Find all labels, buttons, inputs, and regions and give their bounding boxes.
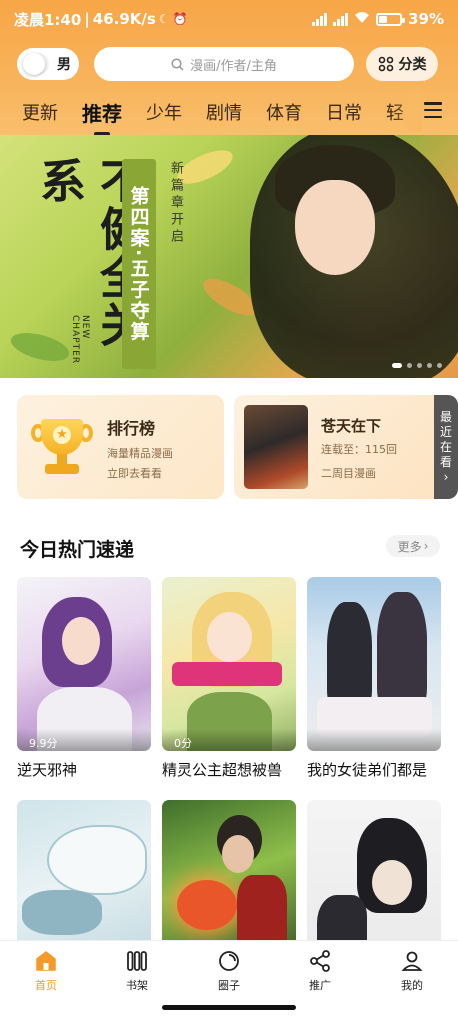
comic-cover: 9.9分 bbox=[17, 577, 151, 751]
recent-side-tab[interactable]: 最 近 在 看 › bbox=[434, 395, 458, 499]
comic-score: 9.9分 bbox=[17, 729, 151, 751]
tab-daily[interactable]: 日常 bbox=[326, 99, 362, 125]
status-bar: 凌晨1:40 | 46.9K/s ☾ ⏰ 39% bbox=[14, 10, 444, 29]
user-icon bbox=[401, 951, 423, 971]
carousel-indicator bbox=[392, 363, 442, 368]
tab-drama[interactable]: 剧情 bbox=[206, 99, 242, 125]
nav-promote[interactable]: 推广 bbox=[290, 949, 350, 993]
chevron-right-icon: › bbox=[423, 539, 429, 553]
banner-carousel[interactable]: 不健全关系 第四案·五子夺算 新篇章开启 NEW CHAPTER bbox=[0, 135, 458, 378]
network-speed: 46.9K/s bbox=[92, 10, 156, 28]
toggle-knob bbox=[23, 53, 45, 75]
comic-title: 我的女徒弟们都是 bbox=[307, 761, 428, 779]
nav-profile-label: 我的 bbox=[401, 979, 423, 992]
nav-circle-label: 圈子 bbox=[218, 979, 240, 992]
category-icon bbox=[378, 56, 393, 72]
home-icon bbox=[36, 951, 56, 971]
comic-card[interactable]: 我的女徒弟们都是 bbox=[307, 577, 441, 780]
comic-score bbox=[307, 729, 441, 751]
tab-sports[interactable]: 体育 bbox=[266, 99, 302, 125]
rank-card[interactable]: ★ 排行榜 海量精品漫画 立即去看看 bbox=[17, 395, 224, 499]
comic-cover bbox=[307, 577, 441, 751]
comic-cover: 0分 bbox=[162, 577, 296, 751]
category-button[interactable]: 分类 bbox=[366, 47, 438, 81]
nav-promote-label: 推广 bbox=[309, 979, 331, 992]
section-title: 今日热门速递 bbox=[20, 539, 135, 561]
comic-score: 0分 bbox=[162, 729, 296, 751]
chevron-right-icon: › bbox=[443, 469, 449, 484]
nav-bookshelf-label: 书架 bbox=[126, 979, 148, 992]
carousel-dot[interactable] bbox=[427, 363, 432, 368]
recent-reading-card[interactable]: 苍天在下 连载至：115回 二周目漫画 最 近 在 看 › bbox=[234, 395, 458, 499]
category-tabs: 更新 推荐 少年 剧情 体育 日常 轻 bbox=[0, 92, 458, 136]
comic-card[interactable]: 0分 精灵公主超想被兽 bbox=[162, 577, 296, 780]
recent-progress: 连载至：115回 bbox=[321, 443, 397, 456]
tab-update[interactable]: 更新 bbox=[22, 99, 58, 125]
carousel-dot[interactable] bbox=[407, 363, 412, 368]
nav-home[interactable]: 首页 bbox=[16, 949, 76, 993]
comic-title: 逆天邪神 bbox=[17, 761, 78, 779]
category-label: 分类 bbox=[398, 57, 427, 73]
tab-youth[interactable]: 少年 bbox=[146, 99, 182, 125]
recent-cover bbox=[244, 405, 308, 489]
signal-icon bbox=[312, 12, 328, 26]
more-button[interactable]: 更多 › bbox=[386, 535, 440, 557]
signal-icon-2 bbox=[333, 12, 349, 26]
banner-subtitle: 新篇章开启 bbox=[168, 161, 183, 246]
battery-icon bbox=[376, 12, 406, 26]
rank-subtitle: 海量精品漫画 bbox=[107, 447, 173, 460]
more-label: 更多 bbox=[397, 539, 422, 554]
status-time: 凌晨1:40 bbox=[14, 10, 82, 29]
carousel-dot[interactable] bbox=[417, 363, 422, 368]
banner-title-block: 不健全关系 第四案·五子夺算 新篇章开启 NEW CHAPTER bbox=[30, 147, 220, 369]
share-icon bbox=[310, 950, 330, 972]
gender-toggle[interactable]: 男 bbox=[17, 48, 79, 80]
banner-ribbon: 第四案·五子夺算 bbox=[122, 159, 156, 369]
menu-icon[interactable] bbox=[424, 102, 442, 118]
banner-english: NEW CHAPTER bbox=[70, 315, 90, 365]
rank-cta: 立即去看看 bbox=[107, 467, 162, 480]
rank-title: 排行榜 bbox=[107, 419, 156, 438]
search-icon bbox=[171, 57, 184, 71]
recent-title: 苍天在下 bbox=[321, 417, 382, 435]
banner-character-face bbox=[295, 180, 375, 275]
toggle-switch[interactable] bbox=[23, 53, 49, 75]
search-row: 男 漫画/作者/主角 分类 bbox=[17, 47, 442, 81]
recent-tag: 二周目漫画 bbox=[321, 467, 376, 480]
nav-profile[interactable]: 我的 bbox=[382, 949, 442, 993]
carousel-dot[interactable] bbox=[392, 363, 402, 368]
tabs-fade bbox=[392, 92, 422, 132]
circle-icon bbox=[219, 951, 239, 971]
gender-label: 男 bbox=[57, 57, 71, 73]
wifi-icon bbox=[354, 11, 370, 27]
home-indicator bbox=[162, 1005, 296, 1010]
moon-icon: ☾ bbox=[158, 12, 170, 26]
search-input[interactable]: 漫画/作者/主角 bbox=[94, 47, 354, 81]
bookshelf-icon bbox=[127, 951, 147, 971]
alarm-icon: ⏰ bbox=[172, 12, 188, 26]
comic-card[interactable]: 9.9分 逆天邪神 bbox=[17, 577, 151, 780]
nav-circle[interactable]: 圈子 bbox=[199, 949, 259, 993]
comic-title: 精灵公主超想被兽 bbox=[162, 761, 283, 779]
nav-bookshelf[interactable]: 书架 bbox=[107, 949, 167, 993]
search-placeholder: 漫画/作者/主角 bbox=[190, 58, 277, 74]
battery-percent: 39% bbox=[408, 10, 444, 28]
feature-cards: ★ 排行榜 海量精品漫画 立即去看看 苍天在下 连载至：115回 二周目漫画 最… bbox=[17, 395, 458, 499]
nav-home-label: 首页 bbox=[35, 979, 57, 992]
trophy-icon: ★ bbox=[31, 419, 93, 479]
carousel-dot[interactable] bbox=[437, 363, 442, 368]
tab-recommend[interactable]: 推荐 bbox=[82, 98, 122, 136]
